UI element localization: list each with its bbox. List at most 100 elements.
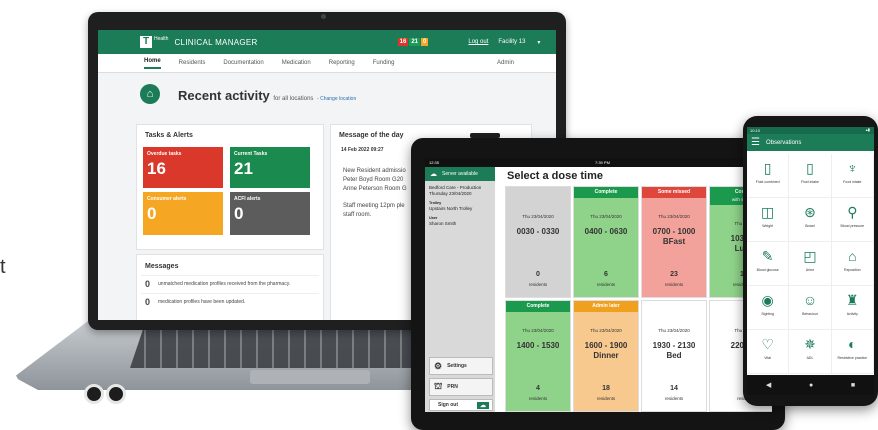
tile-value: 0 bbox=[234, 204, 244, 223]
motd-date: 14 Feb 2022 09:27 bbox=[341, 147, 384, 153]
observation-tile[interactable]: ⚲ Blood pressure bbox=[831, 198, 874, 242]
back-icon[interactable]: ◀ bbox=[766, 381, 771, 389]
nav-reporting[interactable]: Reporting bbox=[329, 60, 355, 66]
dose-time-range: 0400 - 0630 bbox=[584, 227, 628, 236]
consumer-alerts-tile[interactable]: Consumer alerts 0 bbox=[143, 192, 223, 235]
nav-documentation[interactable]: Documentation bbox=[223, 60, 263, 66]
server-status-text: Server available bbox=[442, 171, 478, 177]
observation-label: Sighting bbox=[761, 312, 774, 316]
phone-time: 10:10 bbox=[750, 128, 761, 133]
nav-residents[interactable]: Residents bbox=[179, 60, 206, 66]
acfi-alerts-tile[interactable]: ACFI alerts 0 bbox=[230, 192, 310, 235]
recents-icon[interactable]: ■ bbox=[851, 382, 855, 389]
logout-link[interactable]: Log out bbox=[468, 39, 488, 45]
nav-medication[interactable]: Medication bbox=[282, 60, 311, 66]
sign-out-button[interactable]: Sign out ☁ bbox=[429, 399, 493, 411]
message-row[interactable]: 0 medication profiles have been updated. bbox=[141, 293, 319, 310]
tile-label: Current Tasks bbox=[234, 151, 268, 157]
adl-icon: ✵ bbox=[804, 336, 816, 352]
observation-label: Behaviour bbox=[802, 312, 818, 316]
dose-page-title: Select a dose time bbox=[507, 170, 603, 182]
observation-tile[interactable]: ▯ Fluid combined bbox=[747, 154, 790, 198]
observation-tile[interactable]: ▯ Fluid intake bbox=[789, 154, 832, 198]
cloud-icon: ☁ bbox=[477, 401, 489, 409]
sighting-icon: ◉ bbox=[761, 292, 774, 308]
main-nav: Home Residents Documentation Medication … bbox=[98, 54, 556, 73]
server-status: ☁ Server available bbox=[425, 167, 495, 181]
resident-count: 14 bbox=[670, 385, 678, 392]
behaviour-icon: ☺ bbox=[802, 292, 818, 308]
observation-tile[interactable]: ✎ Blood glucose bbox=[747, 242, 790, 286]
current-tasks-tile[interactable]: Current Tasks 21 bbox=[230, 147, 310, 188]
chevron-down-icon[interactable]: ▾ bbox=[537, 39, 540, 46]
residents-label: residents bbox=[664, 396, 684, 401]
facility-selector[interactable]: Facility 13 bbox=[498, 39, 525, 45]
dose-round-card[interactable]: Thu 23/04/2020 0030 - 0330 0 residents bbox=[505, 186, 571, 298]
stray-text: t bbox=[0, 256, 6, 278]
dose-round-card[interactable]: Complete Thu 23/04/2020 1400 - 1530 4 reside… bbox=[505, 300, 571, 412]
settings-button[interactable]: ⚙ Settings bbox=[429, 357, 493, 375]
phone-screen: 10:10 ▴▮ ☰ Observations ▯ Fluid combined ▯… bbox=[747, 127, 874, 395]
reposition-icon: ⌂ bbox=[848, 248, 857, 264]
food-intake-icon: ♆ bbox=[847, 160, 858, 176]
observation-tile[interactable]: ♡ Vital bbox=[747, 330, 790, 374]
observation-label: Vital bbox=[764, 356, 772, 360]
dose-round-card[interactable]: Complete Thu 23/04/2020 0400 - 0630 6 reside… bbox=[573, 186, 639, 298]
dose-time-grid: Thu 23/04/2020 0030 - 0330 0 residents Compl… bbox=[505, 186, 772, 412]
observation-tile[interactable]: ⌂ Reposition bbox=[831, 242, 874, 286]
motd-line: Peter Boyd Room G20 bbox=[343, 177, 404, 183]
prn-button[interactable]: ⛫ PRN bbox=[429, 378, 493, 396]
observation-tile[interactable]: ♆ Food intake bbox=[831, 154, 874, 198]
dose-status: Complete bbox=[574, 187, 638, 198]
logo-superscript: Health bbox=[154, 36, 169, 42]
observation-label: Fluid combined bbox=[755, 180, 780, 184]
dose-date: Thu 23/04/2020 bbox=[522, 328, 554, 333]
observation-tile[interactable]: ◫ Weight bbox=[747, 198, 790, 242]
message-count: 0 bbox=[145, 279, 151, 289]
motd-line: staff room. bbox=[343, 212, 372, 218]
dose-time: 1600 - 1900 Dinner bbox=[574, 341, 638, 361]
vital-icon: ♡ bbox=[761, 336, 774, 352]
observation-label: Blood pressure bbox=[840, 224, 865, 228]
dose-round-card[interactable]: Admin later Thu 23/04/2020 1600 - 1900 Dinn… bbox=[573, 300, 639, 412]
dose-time: 0400 - 0630 bbox=[574, 227, 638, 237]
tablet-sidebar: ☁ Server available Bedford Care - Produc… bbox=[425, 167, 495, 412]
motd-title: Message of the day bbox=[339, 132, 404, 139]
observation-tile[interactable]: ☺ Behaviour bbox=[789, 286, 832, 330]
audio-port-icon bbox=[84, 384, 104, 404]
observation-tile[interactable]: ✵ ADL bbox=[789, 330, 832, 374]
overdue-badge[interactable]: 16 bbox=[397, 38, 409, 46]
observation-tile[interactable]: ⊛ Bowel bbox=[789, 198, 832, 242]
observation-tile[interactable]: ◐ Restrictive practice bbox=[831, 330, 874, 374]
dose-round-card[interactable]: Thu 23/04/2020 1930 - 2130 Bed 14 residents bbox=[641, 300, 707, 412]
dose-round-card[interactable]: Some missed Thu 23/04/2020 0700 - 1000 BFas… bbox=[641, 186, 707, 298]
motd-line: New Resident admissio bbox=[343, 168, 406, 174]
messages-card: Messages 0 unmatched medication profiles… bbox=[136, 254, 324, 320]
nav-home[interactable]: Home bbox=[144, 58, 161, 69]
observation-tile[interactable]: ◰ Urine bbox=[789, 242, 832, 286]
residents-label: residents bbox=[528, 282, 548, 287]
resident-count: 23 bbox=[670, 271, 678, 278]
dose-time: 0700 - 1000 BFast bbox=[642, 227, 706, 247]
thealth-logo: T bbox=[140, 36, 152, 48]
observation-label: Fluid intake bbox=[801, 180, 819, 184]
dose-time: 1400 - 1530 bbox=[506, 341, 570, 351]
menu-icon[interactable]: ☰ bbox=[751, 137, 760, 148]
current-badge[interactable]: 21 bbox=[409, 38, 421, 46]
alert-badge[interactable]: 0 bbox=[421, 38, 429, 46]
observation-tile[interactable]: ◉ Sighting bbox=[747, 286, 790, 330]
residents-label: residents bbox=[528, 396, 548, 401]
message-text: unmatched medication profiles received f… bbox=[158, 281, 291, 287]
overdue-tasks-tile[interactable]: Overdue tasks 16 bbox=[143, 147, 223, 188]
user-name: Sharon Smith bbox=[429, 221, 457, 226]
change-location-link[interactable]: - Change location bbox=[317, 96, 356, 102]
nav-funding[interactable]: Funding bbox=[373, 60, 395, 66]
home-button-icon[interactable]: ● bbox=[809, 382, 813, 389]
trolley-name: Upstairs North Trolley bbox=[429, 206, 473, 211]
session-date: Thursday 23/04/2020 bbox=[429, 191, 472, 196]
observation-tile[interactable]: ♜ Activity bbox=[831, 286, 874, 330]
nav-admin[interactable]: Admin bbox=[497, 60, 514, 66]
phone-title: Observations bbox=[765, 139, 802, 146]
bowel-icon: ⊛ bbox=[804, 204, 816, 220]
message-row[interactable]: 0 unmatched medication profiles received… bbox=[141, 275, 319, 292]
